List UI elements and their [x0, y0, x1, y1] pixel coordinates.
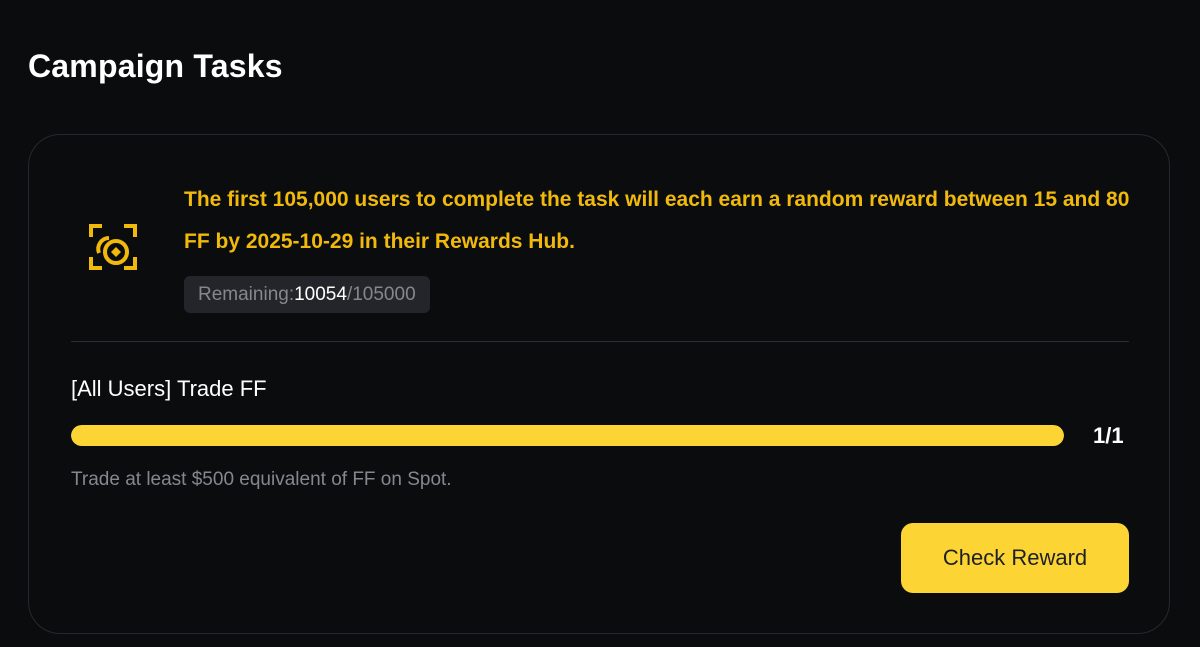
task-progress-fill: [71, 425, 1064, 446]
task-progress-count: 1/1: [1093, 423, 1124, 448]
divider: [71, 341, 1129, 342]
task-card: The first 105,000 users to complete the …: [28, 134, 1170, 634]
remaining-label: Remaining:: [198, 283, 295, 305]
page-title: Campaign Tasks: [28, 48, 283, 84]
check-reward-button[interactable]: Check Reward: [901, 523, 1129, 593]
reward-scan-icon: [89, 224, 137, 270]
reward-description: The first 105,000 users to complete the …: [184, 188, 1130, 253]
task-title: [All Users] Trade FF: [71, 376, 267, 401]
remaining-total: /105000: [346, 283, 416, 305]
task-progress-bar: [71, 425, 1064, 446]
task-description: Trade at least $500 equivalent of FF on …: [71, 469, 452, 490]
campaign-tasks-page: Campaign Tasks The first 105,000 users t…: [0, 0, 1200, 647]
remaining-badge: Remaining: 10054 /105000: [184, 276, 430, 313]
remaining-count: 10054: [294, 283, 347, 305]
